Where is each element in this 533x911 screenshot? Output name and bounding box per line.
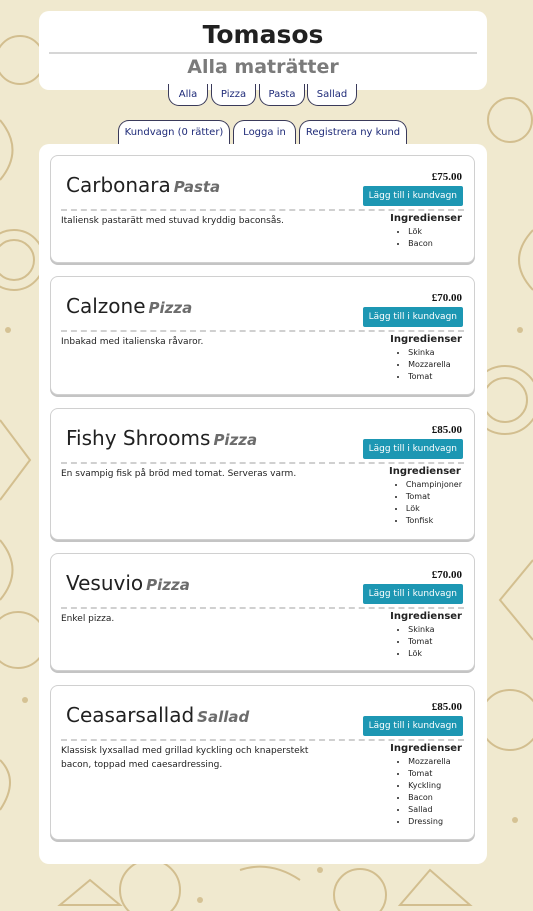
ingredients-section: Ingredienser Mozzarella Tomat Kyckling B…: [390, 742, 462, 828]
dish-category: Pizza: [148, 299, 193, 317]
dish-name: Fishy Shrooms: [66, 426, 211, 450]
ingredients-heading: Ingredienser: [390, 213, 462, 224]
add-to-cart-button[interactable]: Lägg till i kundvagn: [362, 307, 463, 327]
ingredient-item: Lök: [408, 648, 462, 660]
card-divider: [61, 462, 464, 464]
ingredients-list: Skinka Tomat Lök: [390, 624, 462, 660]
ingredient-item: Bacon: [408, 238, 462, 250]
category-tab-alla[interactable]: Alla: [168, 84, 208, 106]
site-header: Tomasos Alla maträtter: [39, 11, 487, 90]
login-link[interactable]: Logga in: [233, 120, 296, 144]
dish-price: £75.00: [431, 171, 462, 183]
ingredient-item: Skinka: [408, 347, 462, 359]
dish-title: Calzone Pizza: [66, 294, 192, 318]
ingredients-section: Ingredienser Lök Bacon: [390, 212, 462, 250]
dish-name: Ceasarsallad: [66, 703, 195, 727]
ingredient-item: Sallad: [408, 804, 462, 816]
card-divider: [61, 209, 464, 211]
dish-price: £70.00: [431, 569, 462, 581]
ingredients-heading: Ingredienser: [390, 743, 462, 754]
ingredients-heading: Ingredienser: [390, 611, 462, 622]
dish-description: Inbakad med italienska råvaror.: [61, 337, 204, 347]
ingredients-list: Mozzarella Tomat Kyckling Bacon Sallad D…: [390, 756, 462, 828]
dish-category: Pizza: [213, 431, 258, 449]
card-divider: [61, 739, 464, 741]
dish-description: En svampig fisk på bröd med tomat. Serve…: [61, 469, 297, 479]
ingredients-section: Ingredienser Skinka Mozzarella Tomat: [390, 333, 462, 383]
register-link[interactable]: Registrera ny kund: [299, 120, 407, 144]
dish-description: Italiensk pastarätt med stuvad kryddig b…: [61, 216, 284, 226]
dish-title: Fishy Shrooms Pizza: [66, 426, 257, 450]
cart-link[interactable]: Kundvagn (0 rätter): [118, 120, 230, 144]
dish-price: £70.00: [431, 292, 462, 304]
dish-category: Pizza: [146, 576, 190, 594]
category-tab-pizza[interactable]: Pizza: [211, 84, 256, 106]
card-divider: [61, 607, 464, 609]
dish-description: Klassisk lyxsallad med grillad kyckling …: [61, 746, 309, 770]
ingredient-item: Dressing: [408, 816, 462, 828]
dish-price: £85.00: [431, 424, 462, 436]
dish-card: Ceasarsallad Sallad £85.00 Lägg till i ku…: [50, 685, 475, 840]
dish-category: Pasta: [173, 178, 221, 196]
dish-title: Vesuvio Pizza: [66, 571, 190, 595]
ingredient-item: Kyckling: [408, 780, 462, 792]
add-to-cart-button[interactable]: Lägg till i kundvagn: [362, 439, 463, 459]
title-divider: [49, 52, 477, 54]
ingredients-section: Ingredienser Champinjoner Tomat Lök Tonf…: [388, 465, 462, 527]
ingredient-item: Tonfisk: [406, 515, 462, 527]
ingredient-item: Lök: [408, 226, 462, 238]
ingredient-item: Champinjoner: [406, 479, 462, 491]
dish-card: Calzone Pizza £70.00 Lägg till i kundvagn…: [50, 276, 475, 395]
add-to-cart-button[interactable]: Lägg till i kundvagn: [362, 186, 463, 206]
ingredient-item: Lök: [406, 503, 462, 515]
dish-price: £85.00: [431, 701, 462, 713]
ingredients-section: Ingredienser Skinka Tomat Lök: [390, 610, 462, 660]
ingredient-item: Tomat: [408, 768, 462, 780]
ingredient-item: Skinka: [408, 624, 462, 636]
ingredient-item: Tomat: [408, 636, 462, 648]
ingredient-item: Tomat: [406, 491, 462, 503]
dish-name: Carbonara: [66, 173, 171, 197]
dish-name: Vesuvio: [66, 571, 144, 595]
dish-title: Carbonara Pasta: [66, 173, 220, 197]
category-tab-pasta[interactable]: Pasta: [259, 84, 305, 106]
dish-card: Vesuvio Pizza £70.00 Lägg till i kundvagn…: [50, 553, 475, 671]
dish-card: Carbonara Pasta £75.00 Lägg till i kundva…: [50, 155, 475, 263]
dish-card: Fishy Shrooms Pizza £85.00 Lägg till i ku…: [50, 408, 475, 540]
ingredient-item: Mozzarella: [408, 756, 462, 768]
ingredients-heading: Ingredienser: [390, 334, 462, 345]
add-to-cart-button[interactable]: Lägg till i kundvagn: [362, 716, 463, 736]
ingredients-heading: Ingredienser: [389, 466, 461, 477]
dish-category: Sallad: [197, 708, 250, 726]
ingredient-item: Mozzarella: [408, 359, 462, 371]
ingredient-item: Bacon: [408, 792, 462, 804]
ingredients-list: Skinka Mozzarella Tomat: [390, 347, 462, 383]
page-subtitle: Alla maträtter: [187, 56, 339, 78]
dish-name: Calzone: [66, 294, 146, 318]
category-tab-sallad[interactable]: Sallad: [307, 84, 357, 106]
site-title: Tomasos: [202, 20, 324, 49]
ingredients-list: Champinjoner Tomat Lök Tonfisk: [388, 479, 462, 527]
ingredients-list: Lök Bacon: [390, 226, 462, 250]
dish-title: Ceasarsallad Sallad: [66, 703, 249, 727]
card-divider: [61, 330, 464, 332]
add-to-cart-button[interactable]: Lägg till i kundvagn: [362, 584, 463, 604]
ingredient-item: Tomat: [408, 371, 462, 383]
dish-description: Enkel pizza.: [61, 614, 115, 624]
